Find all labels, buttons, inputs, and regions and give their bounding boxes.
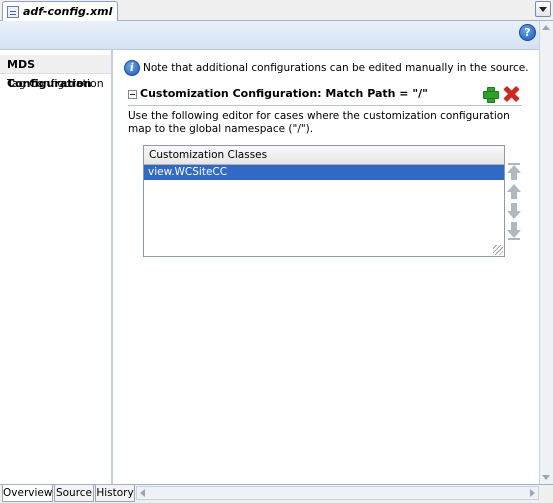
resize-grip-icon[interactable] <box>493 245 503 255</box>
move-down-icon[interactable] <box>506 203 522 219</box>
tab-list-dropdown-button[interactable] <box>535 1 551 17</box>
section-title: Customization Configuration: Match Path … <box>140 87 428 100</box>
table-row[interactable]: view.WCSiteCC <box>144 165 504 180</box>
add-icon[interactable] <box>482 86 499 103</box>
scroll-down-icon[interactable] <box>542 475 550 480</box>
nav-item-tag-configuration[interactable]: Tag Configuration <box>0 74 111 93</box>
table-column-header[interactable]: Customization Classes <box>144 146 504 165</box>
editor-tab-adf-config[interactable]: adf-config.xml <box>2 1 118 22</box>
info-icon: i <box>124 60 140 76</box>
editor-header-band <box>0 21 553 50</box>
scroll-right-icon[interactable] <box>530 489 535 497</box>
delete-icon[interactable] <box>503 86 519 102</box>
horizontal-scrollbar[interactable] <box>136 486 539 500</box>
customization-section-header: Customization Configuration: Match Path … <box>128 86 522 106</box>
move-to-bottom-icon[interactable] <box>506 222 522 240</box>
customization-classes-table[interactable]: Customization Classes view.WCSiteCC <box>143 145 505 257</box>
scroll-left-icon[interactable] <box>140 489 145 497</box>
info-text: Note that additional configurations can … <box>143 62 529 74</box>
xml-file-icon <box>7 6 19 18</box>
scroll-up-icon[interactable] <box>542 25 550 30</box>
editor-tab-bar: adf-config.xml <box>0 0 553 22</box>
vertical-scrollbar[interactable] <box>539 21 553 484</box>
move-to-top-icon[interactable] <box>506 163 522 181</box>
move-up-icon[interactable] <box>506 184 522 200</box>
nav-item-mds-configuration[interactable]: MDS Configuration <box>0 55 111 90</box>
collapse-icon[interactable] <box>128 90 137 99</box>
section-description: Use the following editor for cases where… <box>128 110 510 135</box>
tab-overview[interactable]: Overview <box>2 485 53 502</box>
bottom-tab-bar: Overview Source History <box>0 484 553 503</box>
tab-history[interactable]: History <box>95 485 135 502</box>
tab-source[interactable]: Source <box>54 485 94 502</box>
help-icon[interactable]: ? <box>519 24 536 41</box>
editor-tab-label: adf-config.xml <box>23 5 113 18</box>
left-navigation: MDS Configuration Tag Configuration <box>0 50 112 484</box>
